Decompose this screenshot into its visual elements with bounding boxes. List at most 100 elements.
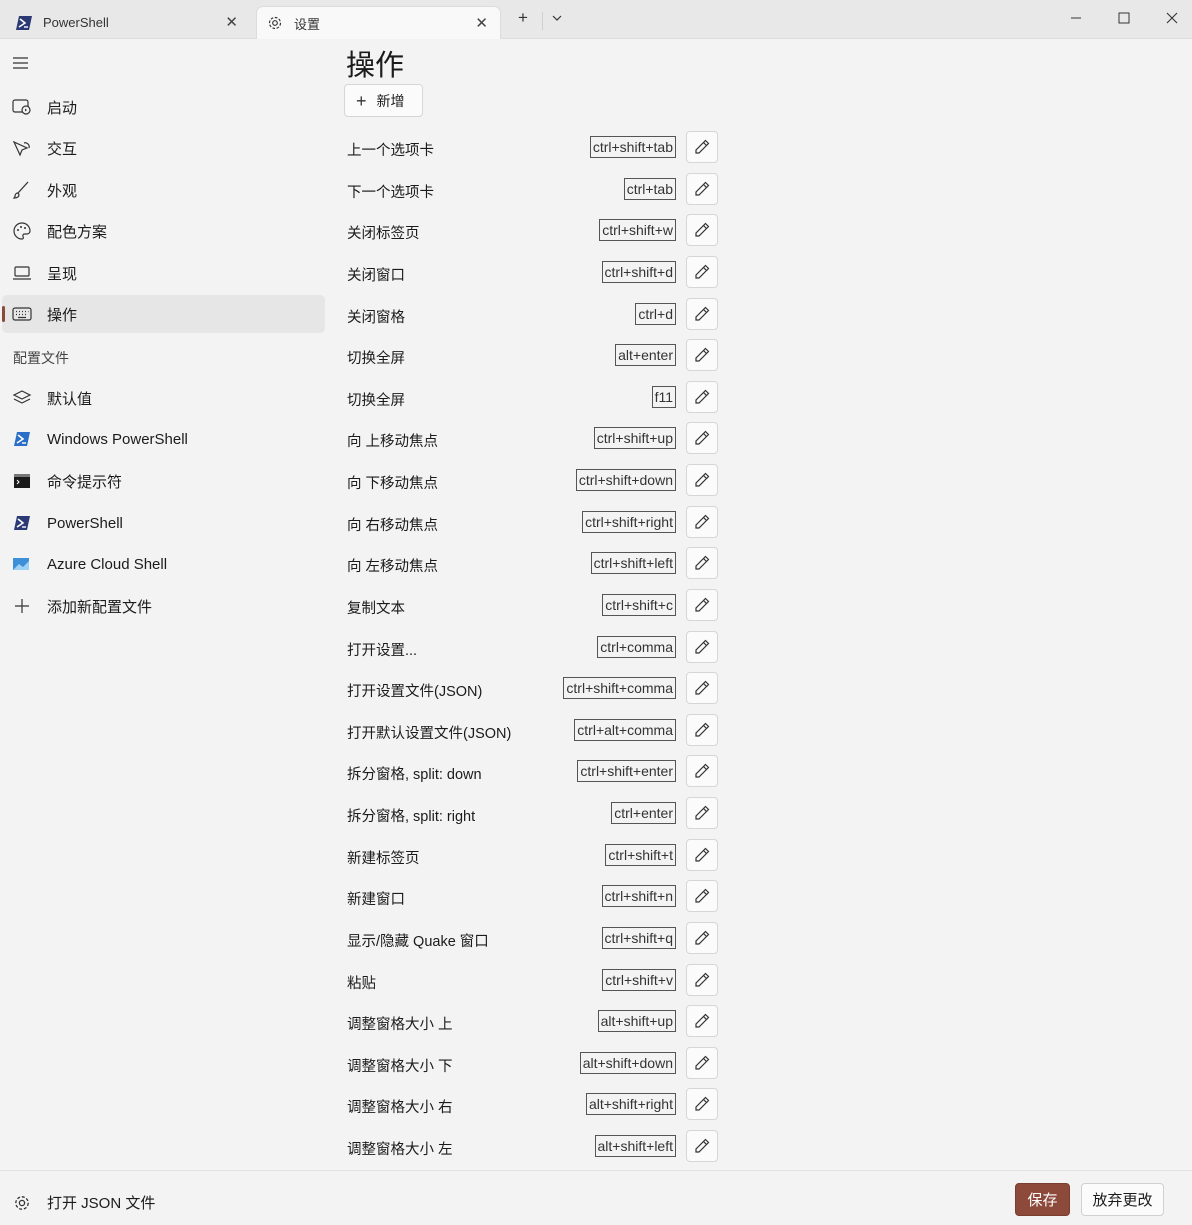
- action-name: 新建标签页: [347, 851, 420, 867]
- edit-button[interactable]: [686, 464, 718, 496]
- key-chord: f11: [651, 386, 676, 408]
- close-icon[interactable]: ✕: [225, 13, 238, 31]
- sidebar-item-label: 外观: [47, 182, 78, 200]
- pencil-icon: [693, 554, 711, 572]
- cmd-icon: [12, 471, 32, 491]
- action-row: 调整窗格大小 下 alt+shift+down: [346, 1047, 718, 1081]
- edit-button[interactable]: [686, 589, 718, 621]
- action-name: 向 右移动焦点: [347, 518, 439, 534]
- key-chord: ctrl+d: [635, 303, 676, 325]
- action-name: 复制文本: [347, 601, 405, 617]
- sidebar-item-powershell[interactable]: PowerShell: [2, 504, 325, 542]
- divider: [542, 12, 543, 30]
- edit-button[interactable]: [686, 1130, 718, 1162]
- tab-settings[interactable]: 设置 ✕: [256, 6, 501, 39]
- pencil-icon: [693, 346, 711, 364]
- key-chord: ctrl+shift+comma: [563, 677, 676, 699]
- edit-button[interactable]: [686, 339, 718, 371]
- pencil-icon: [693, 1137, 711, 1155]
- sidebar-item-label: 操作: [47, 306, 78, 324]
- new-tab-icon[interactable]: +: [518, 8, 528, 28]
- edit-button[interactable]: [686, 298, 718, 330]
- sidebar-item-label: 默认值: [47, 390, 93, 408]
- key-chord: alt+shift+right: [585, 1093, 676, 1115]
- sidebar-item-label: Windows PowerShell: [47, 430, 188, 448]
- pencil-icon: [693, 804, 711, 822]
- edit-button[interactable]: [686, 131, 718, 163]
- edit-button[interactable]: [686, 880, 718, 912]
- pencil-icon: [693, 638, 711, 656]
- action-name: 调整窗格大小 下: [347, 1059, 453, 1075]
- key-chord: alt+shift+left: [594, 1135, 676, 1157]
- action-row: 新建窗口 ctrl+shift+n: [346, 880, 718, 914]
- key-chord: alt+shift+up: [597, 1010, 676, 1032]
- action-row: 复制文本 ctrl+shift+c: [346, 589, 718, 623]
- edit-button[interactable]: [686, 1047, 718, 1079]
- action-name: 拆分窗格, split: right: [347, 809, 476, 825]
- edit-button[interactable]: [686, 964, 718, 996]
- edit-button[interactable]: [686, 1088, 718, 1120]
- edit-button[interactable]: [686, 839, 718, 871]
- pencil-icon: [693, 762, 711, 780]
- pencil-icon: [693, 305, 711, 323]
- layers-icon: [12, 388, 32, 408]
- edit-button[interactable]: [686, 506, 718, 538]
- chevron-down-icon[interactable]: [551, 9, 563, 29]
- sidebar-item-color-schemes[interactable]: 配色方案: [2, 212, 325, 250]
- sidebar-item-interaction[interactable]: 交互: [2, 129, 325, 167]
- edit-button[interactable]: [686, 381, 718, 413]
- pencil-icon: [693, 679, 711, 697]
- edit-button[interactable]: [686, 422, 718, 454]
- sidebar-item-command-prompt[interactable]: 命令提示符: [2, 462, 325, 500]
- edit-button[interactable]: [686, 672, 718, 704]
- action-row: 显示/隐藏 Quake 窗口 ctrl+shift+q: [346, 922, 718, 956]
- key-chord: ctrl+shift+left: [590, 552, 676, 574]
- close-window-icon[interactable]: [1160, 6, 1184, 30]
- sidebar-item-defaults[interactable]: 默认值: [2, 379, 325, 417]
- key-chord: ctrl+shift+tab: [589, 136, 676, 158]
- hamburger-menu-icon[interactable]: [12, 55, 30, 71]
- brush-icon: [12, 180, 32, 200]
- action-row: 调整窗格大小 上 alt+shift+up: [346, 1005, 718, 1039]
- discard-changes-button[interactable]: 放弃更改: [1081, 1183, 1164, 1216]
- edit-button[interactable]: [686, 256, 718, 288]
- edit-button[interactable]: [686, 797, 718, 829]
- key-chord: ctrl+shift+v: [602, 969, 676, 991]
- edit-button[interactable]: [686, 631, 718, 663]
- sidebar-item-label: 添加新配置文件: [47, 598, 153, 616]
- open-json-label: 打开 JSON 文件: [47, 1195, 156, 1212]
- save-button[interactable]: 保存: [1015, 1183, 1070, 1216]
- sidebar-item-azure-cloud-shell[interactable]: Azure Cloud Shell: [2, 545, 325, 583]
- edit-button[interactable]: [686, 214, 718, 246]
- edit-button[interactable]: [686, 173, 718, 205]
- sidebar-item-label: 启动: [47, 99, 78, 117]
- edit-button[interactable]: [686, 1005, 718, 1037]
- sidebar-item-rendering[interactable]: 呈现: [2, 254, 325, 292]
- action-row: 切换全屏 f11: [346, 381, 718, 415]
- edit-button[interactable]: [686, 547, 718, 579]
- sidebar-item-windows-powershell[interactable]: Windows PowerShell: [2, 420, 325, 458]
- action-row: 关闭窗格 ctrl+d: [346, 298, 718, 332]
- edit-button[interactable]: [686, 755, 718, 787]
- tab-label: 设置: [294, 16, 321, 32]
- action-row: 向 下移动焦点 ctrl+shift+down: [346, 464, 718, 498]
- tab-powershell[interactable]: PowerShell ✕: [6, 6, 250, 39]
- add-action-button[interactable]: + 新增: [344, 84, 423, 117]
- action-row: 新建标签页 ctrl+shift+t: [346, 839, 718, 873]
- sidebar-item-actions[interactable]: 操作: [2, 295, 325, 333]
- sidebar-item-startup[interactable]: 启动: [2, 88, 325, 126]
- key-chord: ctrl+shift+right: [582, 511, 676, 533]
- open-json-button[interactable]: 打开 JSON 文件: [12, 1192, 155, 1213]
- action-name: 调整窗格大小 左: [347, 1142, 453, 1158]
- maximize-icon[interactable]: [1112, 6, 1136, 30]
- edit-button[interactable]: [686, 714, 718, 746]
- sidebar-item-add-profile[interactable]: 添加新配置文件: [2, 587, 325, 625]
- edit-button[interactable]: [686, 922, 718, 954]
- key-chord: alt+enter: [615, 344, 676, 366]
- close-icon[interactable]: ✕: [475, 14, 488, 32]
- minimize-icon[interactable]: [1064, 6, 1088, 30]
- sidebar-item-label: Azure Cloud Shell: [47, 555, 168, 573]
- sidebar-item-appearance[interactable]: 外观: [2, 171, 325, 209]
- gear-icon: [267, 15, 283, 31]
- action-name: 上一个选项卡: [347, 143, 434, 159]
